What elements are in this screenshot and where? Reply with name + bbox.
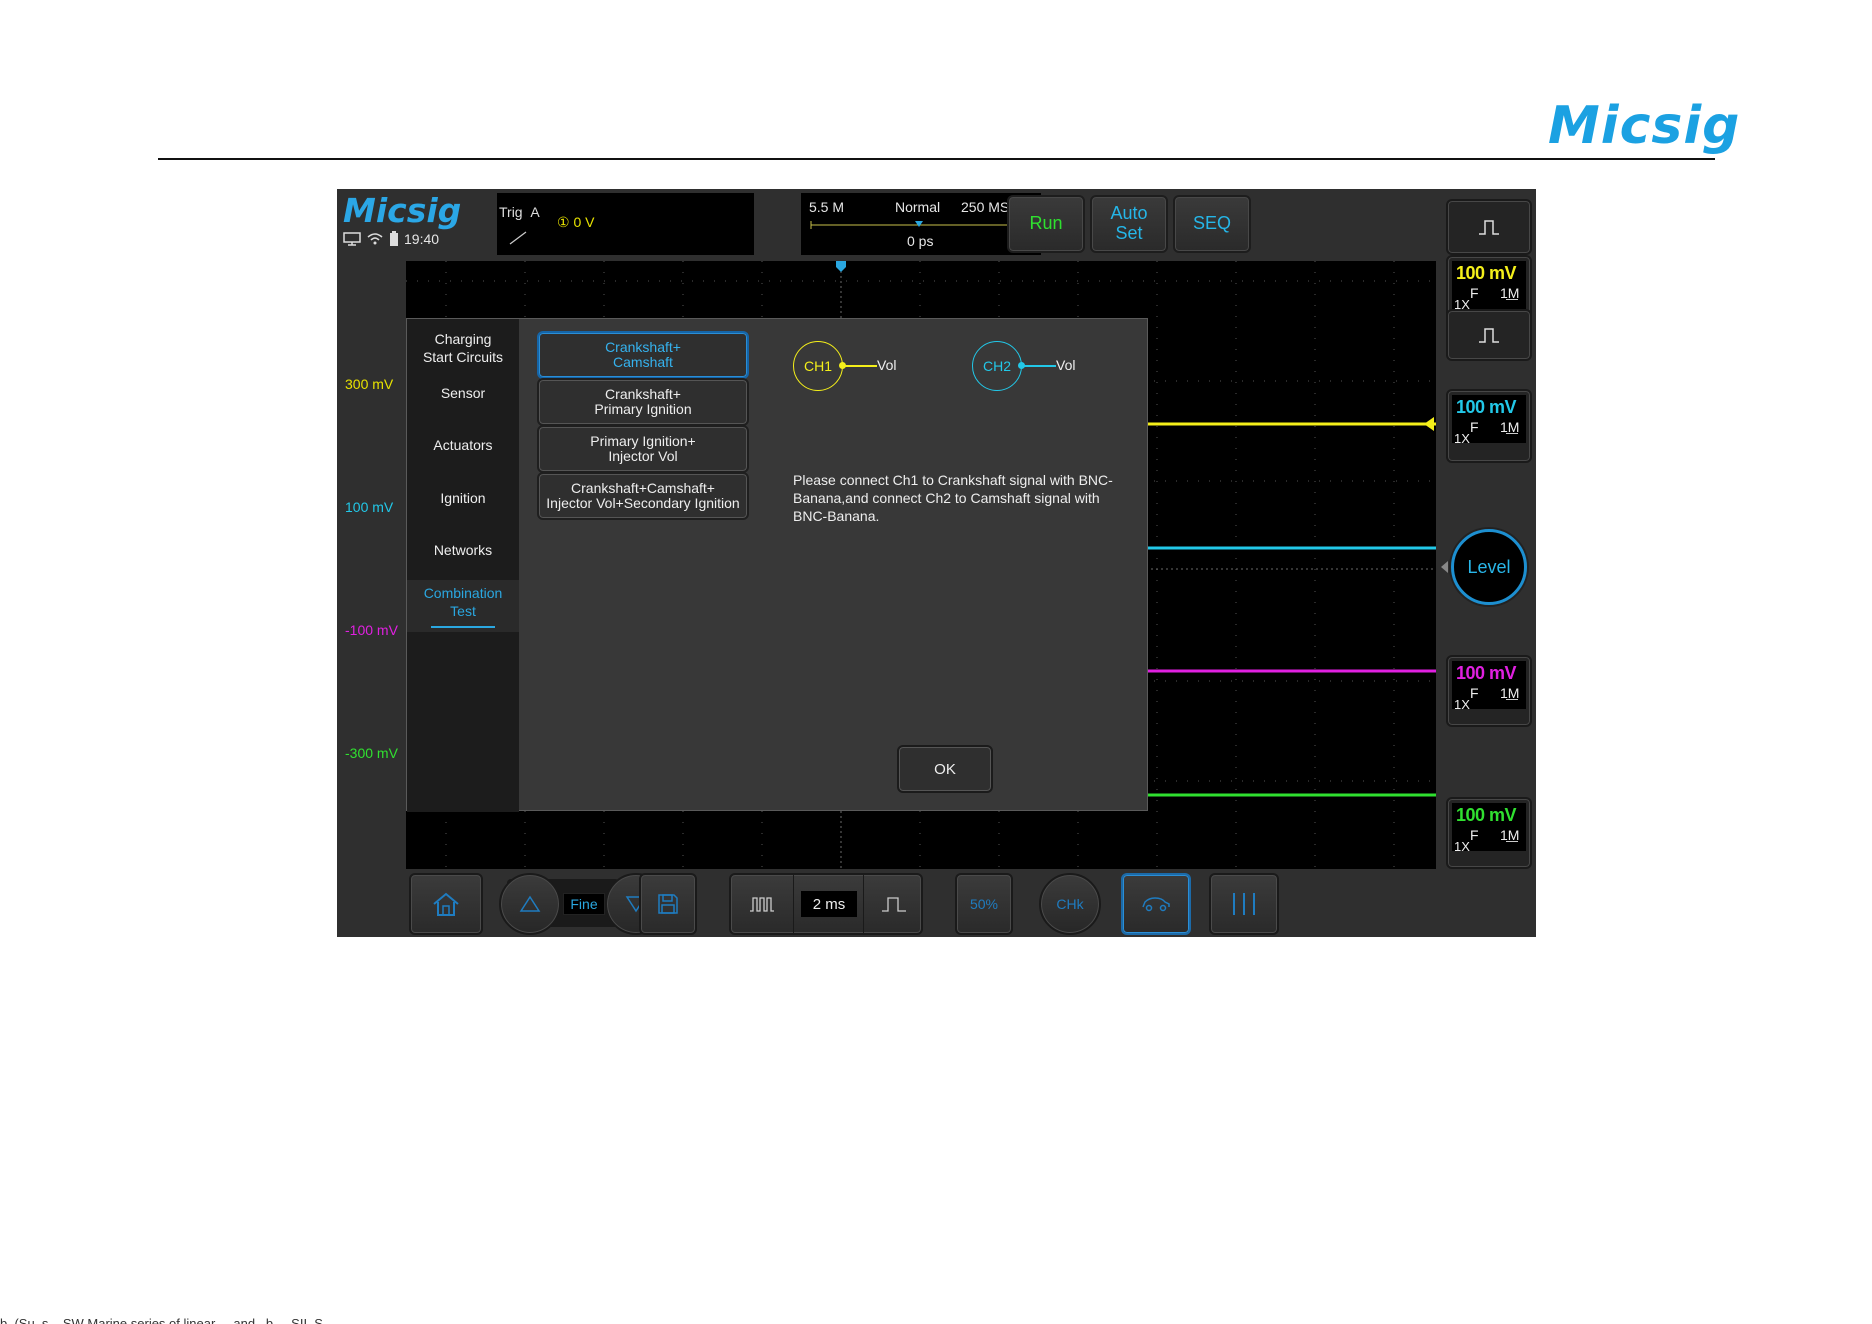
chk-button[interactable]: CHk [1039,873,1101,935]
category-ignition[interactable]: Ignition [407,482,519,516]
trigger-level: ① 0 V [557,214,595,230]
timebase-value[interactable]: 2 ms [801,891,857,917]
ch2-coupling: F [1470,419,1479,435]
home-icon [433,892,459,916]
y-label-100mv: 100 mV [345,499,394,515]
increase-button[interactable] [499,873,561,935]
ch1-coupling: F [1470,285,1479,301]
single-pulse-icon [882,897,906,912]
save-icon [658,894,678,914]
status-bar: 19:40 [343,231,439,247]
dc-coupling-icon [1506,699,1518,707]
test-crankshaft-camshaft-injector-secondary[interactable]: Crankshaft+Camshaft+ Injector Vol+Seconda… [537,472,749,520]
memory-position-bar [810,221,1032,229]
active-underline [431,626,495,628]
pulse-wave-icon [1479,328,1499,343]
ch2-connection-dot [1018,362,1025,369]
ch2-probe: 1X [1454,431,1470,446]
ch4-volts-per-div: 100 mV [1456,805,1517,825]
wifi-icon [367,233,383,245]
footer-cut-text: b. (Su. s... SW Marine series of linear … [0,1316,334,1324]
ch2-signal-label: Vol [1056,357,1076,373]
monitor-icon [343,232,361,246]
battery-icon [390,231,398,246]
category-networks[interactable]: Networks [407,534,519,568]
automotive-mode-button[interactable] [1121,873,1191,935]
ch3-coupling: F [1470,685,1479,701]
ok-button[interactable]: OK [897,745,993,793]
auto-set-button[interactable]: Auto Set [1090,195,1168,253]
test-crankshaft-camshaft[interactable]: Crankshaft+ Camshaft [537,331,749,379]
cursor-lines-icon [1233,893,1255,915]
level-indicator-arrow-icon [1441,561,1448,573]
seq-button[interactable]: SEQ [1173,195,1251,253]
header-divider [158,158,1715,160]
dc-coupling-icon [1506,841,1518,849]
car-icon [1142,897,1170,912]
category-actuators[interactable]: Actuators [407,429,519,463]
dc-coupling-icon [1506,433,1518,441]
automotive-test-dialog: Charging Start Circuits Sensor Actuators … [406,318,1148,812]
channel-3-box[interactable]: 100 mV F 1M 1X [1446,655,1532,727]
trigger-panel[interactable]: Trig A ① 0 V [497,193,754,255]
dc-coupling-icon [1506,299,1518,307]
ch1-connection-circle: CH1 [793,341,843,391]
toolbar-divider [793,875,794,933]
rising-edge-icon [509,231,527,245]
channel-2-box[interactable]: 100 mV F 1M 1X [1446,389,1532,463]
channel-4-box[interactable]: 100 mV F 1M 1X [1446,797,1532,869]
category-charging-start-circuits[interactable]: Charging Start Circuits [407,327,519,371]
timebase-increase-button[interactable] [863,875,925,933]
oscilloscope-screen: Micsig 19:40 Trig A ① 0 V 5.5 M Normal 2… [337,189,1536,937]
clock: 19:40 [404,231,440,247]
triangle-up-icon [519,895,541,912]
category-sidebar: Charging Start Circuits Sensor Actuators … [407,319,519,812]
category-combination-test[interactable]: Combination Test [407,580,519,632]
ch4-probe: 1X [1454,839,1470,854]
y-label-neg100mv: -100 mV [345,622,398,638]
test-primary-ignition-injector[interactable]: Primary Ignition+ Injector Vol [537,425,749,473]
pulse-wave-button[interactable] [1446,199,1532,255]
category-sensor[interactable]: Sensor [407,377,519,411]
ch4-coupling: F [1470,827,1479,843]
timebase-decrease-button[interactable] [731,875,793,933]
memory-depth: 5.5 M [809,199,845,215]
test-crankshaft-primary-ignition[interactable]: Crankshaft+ Primary Ignition [537,378,749,426]
ch1-connection-dot [839,362,846,369]
ch1-volts-per-div: 100 mV [1456,263,1517,283]
brand-logo: Micsig [1548,96,1741,156]
timebase-header[interactable]: 5.5 M Normal 250 MSa/s 0 ps [801,193,1041,255]
pulse-wave-button-2[interactable] [1446,309,1532,361]
ch2-connection-line [1022,365,1056,367]
ch1-signal-label: Vol [877,357,897,373]
acquisition-mode: Normal [895,199,941,215]
home-button[interactable] [409,873,483,935]
combination-test-label: Combination Test [423,585,503,619]
screen-brand-logo: Micsig [343,191,462,230]
ch3-probe: 1X [1454,697,1470,712]
y-label-neg300mv: -300 mV [345,745,398,761]
trigger-label: Trig A [499,204,540,220]
trigger-position: 0 ps [907,233,934,249]
connection-instructions: Please connect Ch1 to Crankshaft signal … [793,472,1113,524]
fine-mode-label[interactable]: Fine [563,893,605,915]
run-button[interactable]: Run [1007,195,1085,253]
ch2-connection-circle: CH2 [972,341,1022,391]
fifty-percent-button[interactable]: 50% [955,873,1013,935]
multi-pulse-icon [750,897,774,912]
save-button[interactable] [639,873,697,935]
ch3-volts-per-div: 100 mV [1456,663,1517,683]
level-knob[interactable]: Level [1451,529,1527,605]
y-label-300mv: 300 mV [345,376,394,392]
ch1-connection-line [843,365,877,367]
cursor-button[interactable] [1209,873,1279,935]
pulse-wave-icon [1479,220,1499,235]
ch2-volts-per-div: 100 mV [1456,397,1517,417]
